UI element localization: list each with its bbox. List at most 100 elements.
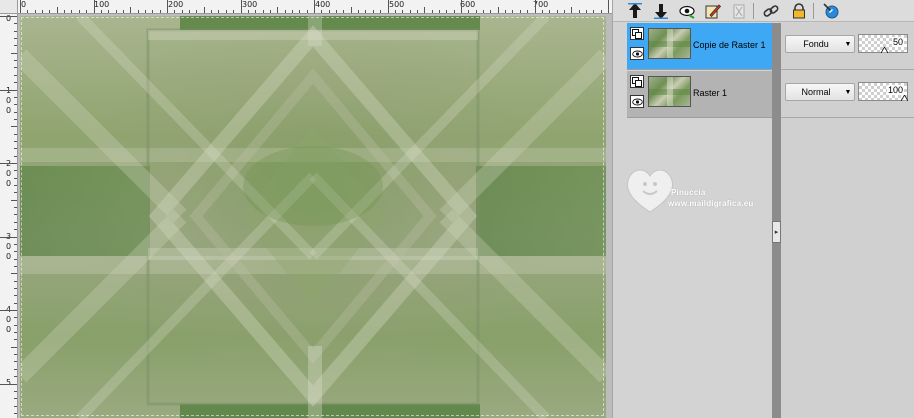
ruler-tick: [14, 243, 17, 245]
ruler-tick: [424, 7, 426, 13]
ruler-tick: [14, 192, 17, 194]
ruler-label: 100: [94, 0, 110, 9]
vertical-ruler: 0 1 0 0 2 0 0 3 0 0 4 0 0 5: [0, 14, 18, 418]
ruler-tick: [14, 148, 17, 150]
ruler-tick: [608, 0, 609, 13]
artwork-image[interactable]: [20, 16, 606, 418]
ruler-tick: [409, 10, 411, 13]
ruler-tick: [14, 324, 17, 326]
watermark-title: Pinuccia: [671, 188, 706, 197]
ruler-digit: 0: [6, 179, 12, 188]
ruler-digit: 0: [6, 242, 12, 251]
ruler-tick: [571, 7, 573, 13]
ruler-tick: [218, 10, 220, 13]
ruler-tick: [284, 10, 286, 13]
ruler-tick: [14, 23, 17, 25]
ruler-tick: [328, 10, 330, 13]
ruler-tick: [14, 67, 17, 69]
visibility-eye-icon[interactable]: [630, 95, 644, 108]
ruler-tick: [64, 10, 66, 13]
ruler-tick: [497, 7, 499, 13]
chevron-down-icon: ▼: [844, 40, 852, 48]
layer-thumbnail: [648, 76, 691, 107]
opacity-field[interactable]: 50: [858, 34, 908, 53]
ruler-tick: [262, 10, 264, 13]
ruler-digit: 0: [6, 169, 12, 178]
ruler-tick: [14, 45, 17, 47]
blend-mode-select[interactable]: Fondu ▼: [785, 35, 855, 53]
ruler-tick: [578, 10, 580, 13]
ruler-tick: [159, 10, 161, 13]
ruler-tick: [600, 10, 602, 13]
ruler-digit: 1: [6, 86, 12, 95]
ruler-tick: [453, 10, 455, 13]
ruler-tick: [14, 280, 17, 282]
ruler-tick: [291, 10, 293, 13]
layer-properties-list: Fondu ▼ 50 Normal ▼ 100: [781, 23, 914, 418]
edit-layer-icon[interactable]: [703, 1, 723, 20]
ruler-tick: [20, 0, 21, 13]
blend-mode-select[interactable]: Normal ▼: [785, 83, 855, 101]
blend-mode-value: Fondu: [803, 39, 829, 49]
toggle-visibility-icon[interactable]: [677, 1, 697, 20]
ruler-tick: [49, 10, 51, 13]
lock-layer-icon[interactable]: [789, 1, 809, 20]
move-layer-down-icon[interactable]: [651, 1, 671, 20]
ruler-tick: [225, 10, 227, 13]
ruler-tick: [144, 10, 146, 13]
ruler-tick: [240, 0, 242, 13]
ruler-tick: [14, 60, 17, 62]
ruler-tick: [174, 10, 176, 13]
ruler-tick: [11, 199, 17, 201]
ruler-tick: [475, 10, 477, 13]
layer-list: Copie de Raster 1 Raster 1: [627, 23, 784, 119]
layer-row-copie-de-raster-1[interactable]: Copie de Raster 1: [627, 23, 784, 70]
splitter-collapse-arrow-icon[interactable]: ▸: [772, 221, 781, 243]
opacity-value: 100: [886, 85, 904, 95]
ruler-digit: 0: [6, 252, 12, 261]
ruler-tick: [14, 140, 17, 142]
ruler-tick: [181, 10, 183, 13]
ruler-digit: 2: [6, 160, 11, 168]
ruler-tick: [14, 155, 17, 157]
move-layer-up-icon[interactable]: [625, 1, 645, 20]
image-canvas-area[interactable]: 0 100 200 300 400 500 600 700 0 1 0 0 2 …: [0, 0, 612, 418]
ruler-tick: [93, 0, 95, 13]
ruler-tick: [519, 10, 521, 13]
ruler-tick: [14, 332, 17, 334]
ruler-tick: [137, 10, 139, 13]
ruler-tick: [358, 10, 360, 13]
ruler-tick: [86, 10, 88, 13]
watermark-url: www.maildigrafica.eu: [668, 199, 754, 208]
ruler-tick: [152, 10, 154, 13]
ruler-tick: [402, 10, 404, 13]
ruler-tick: [100, 10, 102, 13]
ruler-tick: [247, 10, 249, 13]
ruler-tick: [14, 287, 17, 289]
ruler-tick: [14, 96, 17, 98]
layer-row-raster-1[interactable]: Raster 1: [627, 71, 784, 118]
ruler-tick: [14, 295, 17, 297]
opacity-slider-marker-icon[interactable]: [881, 47, 888, 53]
ruler-tick: [233, 10, 235, 13]
ruler-tick: [14, 354, 17, 356]
ruler-tick: [11, 346, 17, 348]
opacity-value: 50: [891, 37, 904, 47]
opacity-field[interactable]: 100: [858, 82, 908, 101]
link-layer-icon[interactable]: [761, 1, 781, 20]
ruler-tick: [269, 10, 271, 13]
layer-properties-icon[interactable]: [821, 1, 841, 20]
ruler-tick: [14, 302, 17, 304]
layers-palette: Copie de Raster 1 Raster 1 ▸ Fondu ▼ 50 …: [612, 0, 914, 418]
ruler-tick: [0, 383, 17, 385]
ruler-tick: [115, 10, 117, 13]
opacity-slider-marker-icon[interactable]: [901, 95, 908, 101]
delete-layer-icon[interactable]: [729, 1, 749, 20]
visibility-eye-icon[interactable]: [630, 47, 644, 60]
ruler-tick: [0, 163, 17, 164]
ruler-tick: [0, 236, 17, 238]
ruler-tick: [14, 251, 17, 253]
ruler-digit: 0: [6, 315, 12, 324]
ruler-corner: [0, 0, 18, 14]
ruler-tick: [277, 7, 279, 13]
